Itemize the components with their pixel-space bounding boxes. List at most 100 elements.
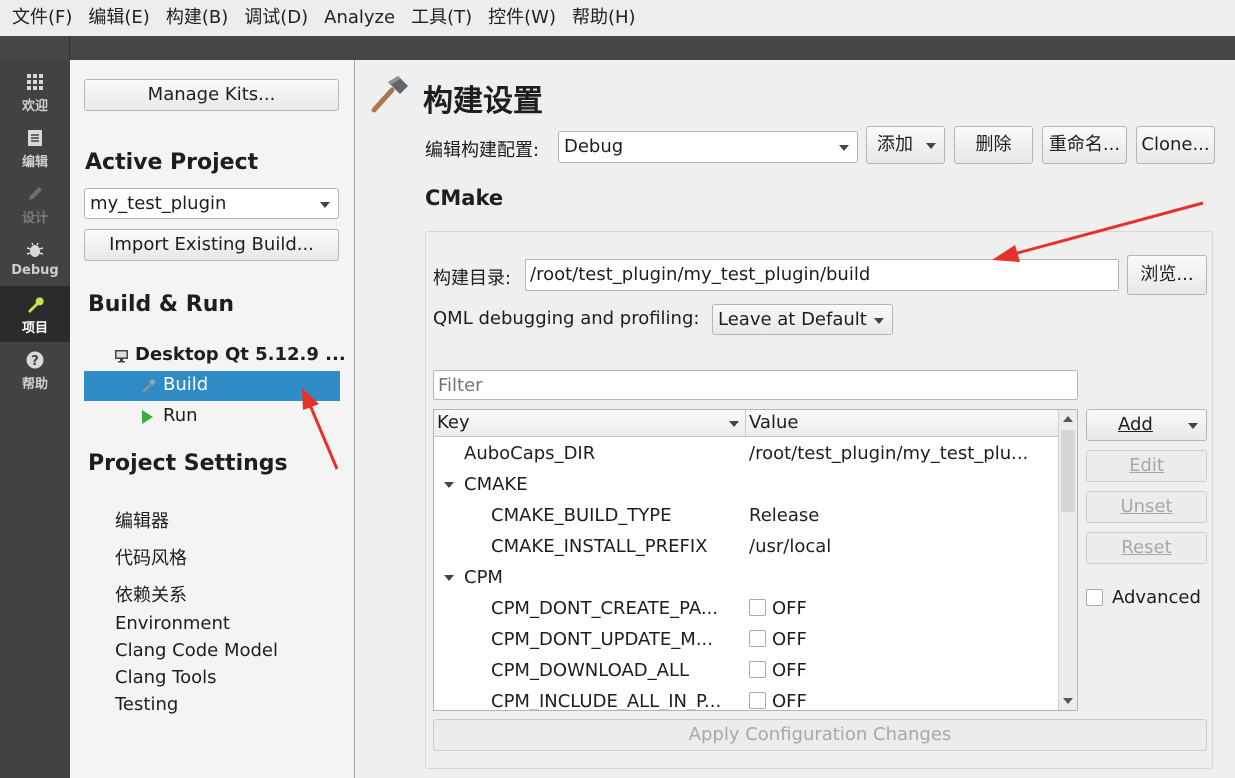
clone-config-button[interactable]: Clone... <box>1136 126 1215 164</box>
table-cell-key: CMAKE <box>464 474 528 495</box>
mode-help[interactable]: ? 帮助 <box>0 342 70 398</box>
table-row[interactable]: CPM_DONT_CREATE_PA... OFF <box>434 593 1058 624</box>
value-checkbox[interactable] <box>749 630 766 647</box>
rename-config-button[interactable]: 重命名... <box>1042 126 1127 164</box>
value-checkbox[interactable] <box>749 661 766 678</box>
table-cell-value[interactable]: OFF <box>749 686 1054 710</box>
mode-label: 欢迎 <box>21 99 48 114</box>
settings-item-clang-code-model[interactable]: Clang Code Model <box>115 640 278 661</box>
filter-input[interactable] <box>433 370 1078 400</box>
import-existing-build-button[interactable]: Import Existing Build... <box>84 229 339 261</box>
mode-debug[interactable]: Debug <box>0 232 70 288</box>
build-dir-label: 构建目录: <box>433 268 512 289</box>
add-variable-button[interactable]: Add <box>1086 409 1207 441</box>
add-config-button[interactable]: 添加 <box>866 126 945 164</box>
delete-config-button[interactable]: 删除 <box>954 126 1033 164</box>
settings-item-code-style[interactable]: 代码风格 <box>115 544 187 570</box>
table-scrollbar[interactable] <box>1058 410 1077 710</box>
build-settings-panel: 构建设置 编辑构建配置: Debug 添加 删除 重命名... Clone...… <box>356 60 1235 778</box>
hammer-icon <box>141 378 157 398</box>
table-cell-value-text: /root/test_plugin/my_test_plu... <box>749 443 1029 464</box>
table-row[interactable]: CMAKE_INSTALL_PREFIX/usr/local <box>434 531 1058 562</box>
value-checkbox[interactable] <box>749 599 766 616</box>
expand-arrow-icon[interactable] <box>444 575 454 581</box>
table-row[interactable]: CPM_INCLUDE_ALL_IN_P... OFF <box>434 686 1058 711</box>
pencil-icon <box>24 184 46 206</box>
menu-edit[interactable]: 编辑(E) <box>80 0 157 36</box>
qml-debugging-select[interactable]: Leave at Default <box>712 304 893 335</box>
play-icon <box>142 410 153 424</box>
table-cell-value: /root/test_plugin/my_test_plu... <box>749 438 1054 469</box>
table-row[interactable]: CMAKE_BUILD_TYPE Release <box>434 500 1058 531</box>
table-group-row[interactable]: CMAKE <box>434 469 1058 500</box>
kit-item[interactable]: Desktop Qt 5.12.9 ... <box>114 344 346 368</box>
mode-edit[interactable]: 编辑 <box>0 120 70 176</box>
cmake-heading: CMake <box>425 186 504 210</box>
build-config-value: Debug <box>564 136 624 157</box>
build-config-select[interactable]: Debug <box>558 131 858 163</box>
run-item[interactable]: Run <box>84 402 340 432</box>
settings-item-environment[interactable]: Environment <box>115 613 230 634</box>
edit-config-label: 编辑构建配置: <box>425 140 540 161</box>
bug-icon <box>24 240 46 262</box>
table-cell-value: Release <box>749 500 1054 531</box>
value-checkbox[interactable] <box>749 692 766 709</box>
mode-label: 帮助 <box>21 377 48 392</box>
settings-item-editor[interactable]: 编辑器 <box>115 507 169 533</box>
column-value-label: Value <box>749 412 799 433</box>
menu-analyze[interactable]: Analyze <box>316 0 403 36</box>
menu-help[interactable]: 帮助(H) <box>564 0 644 36</box>
build-item[interactable]: Build <box>84 371 340 401</box>
svg-text:?: ? <box>31 354 39 369</box>
table-row[interactable]: CPM_DONT_UPDATE_M... OFF <box>434 624 1058 655</box>
table-cell-value-text: /usr/local <box>749 536 832 557</box>
manage-kits-button[interactable]: Manage Kits... <box>84 79 339 111</box>
qt-creator-window: 文件(F) 编辑(E) 构建(B) 调试(D) Analyze 工具(T) 控件… <box>0 0 1235 778</box>
menu-file[interactable]: 文件(F) <box>4 0 80 36</box>
apply-configuration-button[interactable]: Apply Configuration Changes <box>433 719 1207 751</box>
expand-arrow-icon[interactable] <box>444 482 454 488</box>
table-cell-value[interactable]: OFF <box>749 593 1054 624</box>
menu-widgets[interactable]: 控件(W) <box>480 0 564 36</box>
settings-item-clang-tools[interactable]: Clang Tools <box>115 667 217 688</box>
settings-item-testing[interactable]: Testing <box>115 694 178 715</box>
settings-item-dependencies[interactable]: 依赖关系 <box>115 581 187 607</box>
table-group-row[interactable]: CPM <box>434 562 1058 593</box>
browse-button[interactable]: 浏览... <box>1127 255 1207 295</box>
mode-welcome[interactable]: 欢迎 <box>0 64 70 120</box>
advanced-checkbox[interactable]: Advanced <box>1086 587 1211 611</box>
column-header-key[interactable]: Key <box>434 410 746 436</box>
reset-variable-button[interactable]: Reset <box>1086 532 1207 564</box>
chevron-down-icon <box>839 145 849 151</box>
menu-debug[interactable]: 调试(D) <box>236 0 316 36</box>
kit-name: Desktop Qt 5.12.9 ... <box>135 344 346 365</box>
advanced-label: Advanced <box>1112 587 1201 608</box>
table-cell-value[interactable]: OFF <box>749 624 1054 655</box>
column-header-value[interactable]: Value <box>746 410 1058 436</box>
table-cell-key: CMAKE_BUILD_TYPE <box>491 505 672 526</box>
chevron-down-icon <box>320 201 330 208</box>
table-cell-key: CMAKE_INSTALL_PREFIX <box>491 536 708 557</box>
table-row[interactable]: AuboCaps_DIR/root/test_plugin/my_test_pl… <box>434 438 1058 469</box>
scroll-up-icon[interactable] <box>1063 416 1073 422</box>
edit-variable-button[interactable]: Edit <box>1086 450 1207 482</box>
table-header: Key Value <box>434 410 1058 437</box>
menu-build[interactable]: 构建(B) <box>158 0 236 36</box>
monitor-icon <box>114 348 130 368</box>
table-cell-value-text: OFF <box>772 660 807 681</box>
table-cell-key: CPM_INCLUDE_ALL_IN_P... <box>491 691 722 711</box>
scrollbar-thumb[interactable] <box>1061 430 1075 512</box>
mode-design[interactable]: 设计 <box>0 176 70 232</box>
column-key-label: Key <box>437 412 470 433</box>
mode-projects[interactable]: 项目 <box>0 286 70 342</box>
wrench-icon <box>24 294 46 316</box>
mode-label: 设计 <box>21 211 48 226</box>
table-cell-key: AuboCaps_DIR <box>464 443 596 464</box>
build-dir-input[interactable]: /root/test_plugin/my_test_plugin/build <box>525 259 1119 291</box>
menu-tools[interactable]: 工具(T) <box>403 0 480 36</box>
project-select[interactable]: my_test_plugin <box>84 188 339 219</box>
scroll-down-icon[interactable] <box>1063 698 1073 704</box>
table-row[interactable]: CPM_DOWNLOAD_ALL OFF <box>434 655 1058 686</box>
unset-variable-button[interactable]: Unset <box>1086 491 1207 523</box>
table-cell-value[interactable]: OFF <box>749 655 1054 686</box>
